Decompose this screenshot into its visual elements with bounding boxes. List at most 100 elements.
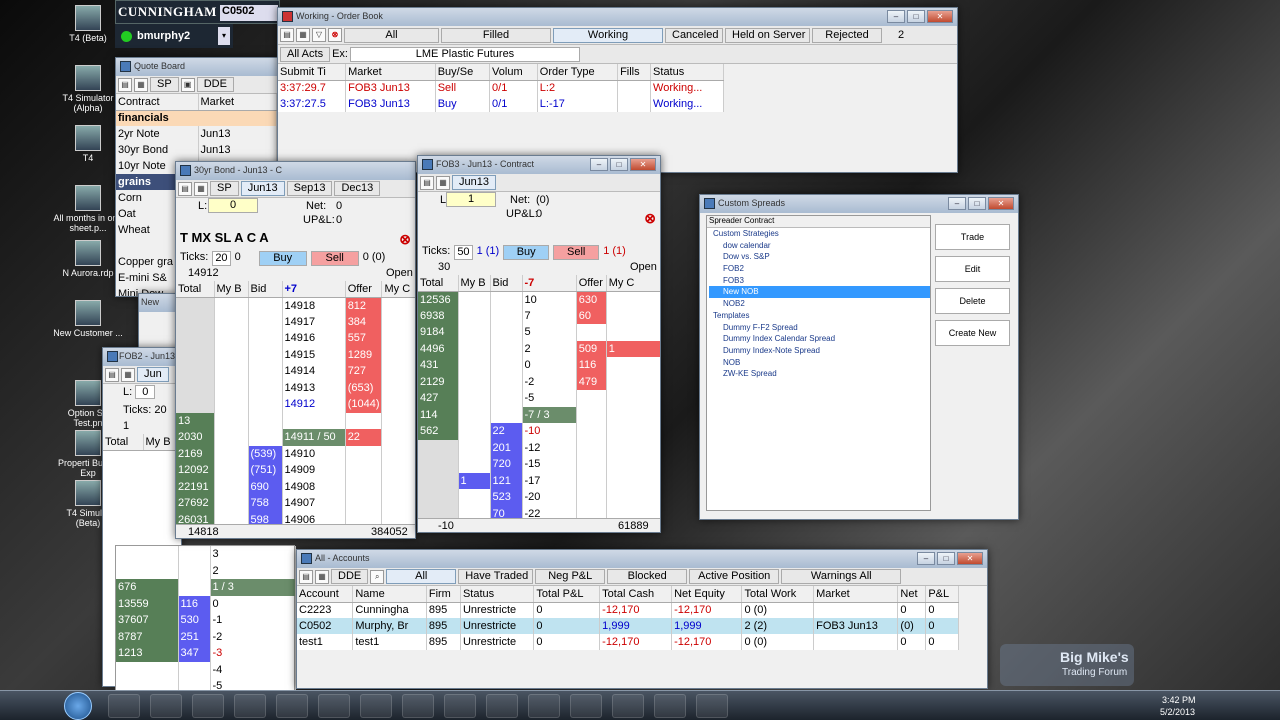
ladder-cell[interactable] (458, 456, 491, 473)
print-icon[interactable]: ▤ (420, 175, 434, 190)
ladder-cell[interactable] (214, 363, 249, 380)
col-header[interactable]: Net Equity (671, 586, 743, 603)
dde-button[interactable]: DDE (196, 77, 234, 92)
ladder-cell[interactable] (606, 439, 660, 456)
dde-icon[interactable]: ▣ (180, 77, 195, 92)
ladder-row[interactable]: 14916 557 (176, 330, 415, 347)
ladder-row[interactable]: 6938 7 60 (418, 307, 660, 324)
ladder-cell[interactable]: 1 (458, 472, 491, 489)
ladder-cell[interactable] (458, 357, 491, 374)
ladder-row[interactable]: 431 0 116 (418, 357, 660, 374)
print-icon[interactable]: ▤ (280, 28, 294, 42)
account-row[interactable]: test1 test1 895 Unrestricte 0 -12,170 -12,170 0… (297, 634, 959, 650)
ladder-cell[interactable] (606, 423, 660, 440)
ladder-row[interactable]: 2 (116, 562, 296, 579)
tree-item[interactable]: Custom Strategies (709, 228, 930, 240)
sp-button[interactable]: SP (150, 77, 179, 92)
ladder-row[interactable]: 427 -5 (418, 390, 660, 407)
ladder-row[interactable]: 2169 (539) 14910 (176, 445, 415, 462)
ladder-cell[interactable] (214, 495, 249, 512)
ladder-cell[interactable] (458, 406, 491, 423)
t4-icon[interactable] (654, 694, 686, 718)
quote-row[interactable]: 30yr Bond Jun13 (116, 142, 277, 158)
tree-item[interactable]: NOB (709, 357, 930, 369)
ladder-cell[interactable] (458, 423, 491, 440)
tab-sep13[interactable]: Sep13 (286, 181, 333, 196)
print-icon[interactable]: ▤ (178, 181, 192, 196)
sell-button[interactable]: Sell (310, 251, 359, 266)
order-row[interactable]: 3:37:29.7 FOB3 Jun13 Sell 0/1 L:2 Working... (278, 80, 724, 96)
ladder-cell[interactable] (606, 357, 660, 374)
ladder-cell[interactable] (458, 439, 491, 456)
maximize-icon[interactable]: □ (968, 197, 986, 210)
col-header[interactable]: Fills (617, 64, 652, 81)
ladder-cell[interactable] (214, 445, 249, 462)
ladder-cell[interactable] (214, 313, 249, 330)
col-header[interactable]: Market (345, 64, 436, 81)
outlook-icon[interactable] (276, 694, 308, 718)
ladder-cell[interactable] (381, 495, 415, 512)
fob2-qty[interactable]: 1 (103, 418, 181, 434)
account-select[interactable]: C0502 (220, 5, 278, 21)
bag-icon[interactable] (444, 694, 476, 718)
ladder-cell[interactable] (381, 330, 415, 347)
ladder-cell[interactable] (214, 330, 249, 347)
ladder-cell[interactable] (606, 307, 660, 324)
desktop-icon[interactable]: N Aurora.rdp (53, 240, 123, 278)
ticks-value[interactable]: 50 (454, 245, 473, 260)
grid-icon[interactable]: ▦ (296, 28, 310, 42)
tree-item[interactable]: FOB2 (709, 263, 930, 275)
minimize-icon[interactable]: – (917, 552, 935, 565)
tree-item[interactable]: NOB2 (709, 298, 930, 310)
bond-titlebar[interactable]: 30yr Bond - Jun13 - C (176, 162, 415, 180)
tab-jun13[interactable]: Jun13 (240, 181, 285, 196)
spread-action-button[interactable]: Create New (935, 320, 1010, 346)
t4-icon[interactable] (612, 694, 644, 718)
clock-date[interactable]: 5/2/2013 (1160, 707, 1195, 717)
col-header[interactable]: Volum (489, 64, 538, 81)
tree-item[interactable]: Dummy F-F2 Spread (709, 322, 930, 334)
month-tab[interactable]: Jun (137, 367, 169, 382)
ladder-cell[interactable] (214, 396, 249, 413)
col-header[interactable]: Contract (116, 94, 199, 111)
ladder-cell[interactable] (458, 307, 491, 324)
ladder-cell[interactable] (606, 472, 660, 489)
desktop-icon[interactable]: All months in one sheet.p... (53, 185, 123, 233)
ladder-cell[interactable] (214, 379, 249, 396)
filter-canceled[interactable]: Canceled (665, 27, 723, 43)
col-header[interactable]: Market (813, 586, 899, 603)
tree-item[interactable]: Templates (709, 310, 930, 322)
ladder-row[interactable]: 4496 2 509 1 (418, 340, 660, 357)
flower-icon[interactable] (570, 694, 602, 718)
ladder-cell[interactable] (214, 462, 249, 479)
maximize-icon[interactable]: □ (937, 552, 955, 565)
spread-action-button[interactable]: Trade (935, 224, 1010, 250)
ladder-cell[interactable] (458, 340, 491, 357)
ladder-cell[interactable] (606, 406, 660, 423)
ladder-row[interactable]: 12092 (751) 14909 (176, 462, 415, 479)
filter-blocked[interactable]: Blocked (607, 569, 688, 584)
col-header[interactable]: Status (650, 64, 724, 81)
print-icon[interactable]: ▤ (118, 77, 132, 92)
ladder-row[interactable]: 14918 812 (176, 297, 415, 314)
ladder-row[interactable]: 14917 384 (176, 313, 415, 330)
ladder-row[interactable]: 22191 690 14908 (176, 478, 415, 495)
tree-item[interactable]: Dow vs. S&P (709, 251, 930, 263)
order-type-icons[interactable]: T MX SL A C A (180, 230, 269, 245)
ladder-row[interactable]: 1213 347 -3 (116, 645, 296, 662)
filter-filled[interactable]: Filled (441, 27, 551, 43)
col-header[interactable]: Account (297, 586, 354, 603)
ladder-row[interactable]: 37607 530 -1 (116, 612, 296, 629)
desktop-icon[interactable]: New Customer ... (53, 300, 123, 338)
cancel-all-icon[interactable]: ⊗ (399, 231, 411, 248)
filter-neg-pl[interactable]: Neg P&L (535, 569, 606, 584)
ticks-value[interactable]: 20 (212, 251, 231, 266)
maximize-icon[interactable]: □ (907, 10, 925, 23)
col-header[interactable]: Total P&L (533, 586, 601, 603)
desktop-icon[interactable]: T4 (Beta) (53, 5, 123, 43)
filter-all[interactable]: All (386, 569, 457, 584)
minimize-icon[interactable]: – (590, 158, 608, 171)
ladder-cell[interactable] (214, 429, 249, 446)
grid-icon[interactable]: ▦ (134, 77, 148, 92)
ladder-cell[interactable] (606, 373, 660, 390)
